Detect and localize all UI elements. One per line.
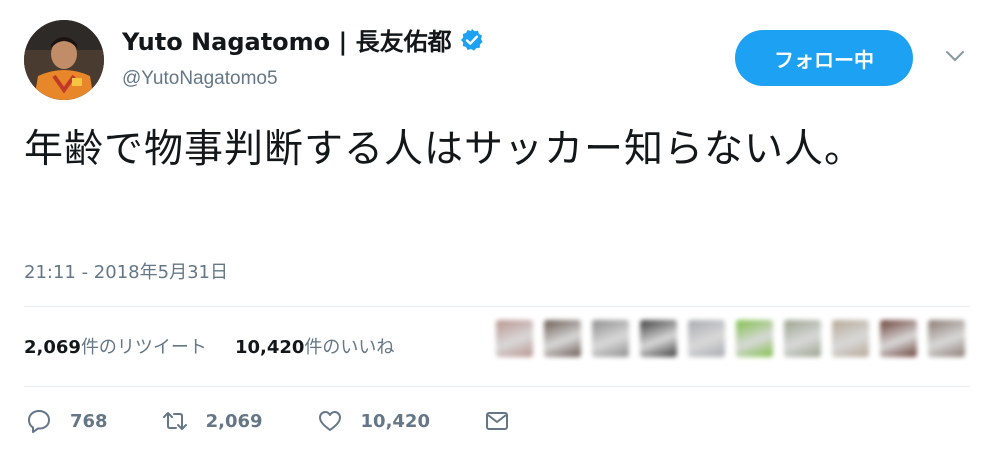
verified-badge-icon bbox=[460, 28, 483, 51]
liker-avatar[interactable] bbox=[784, 320, 821, 357]
liker-avatar[interactable] bbox=[928, 320, 965, 357]
divider bbox=[24, 386, 970, 387]
like-count: 10,420 bbox=[234, 337, 305, 358]
retweet-count: 2,069 bbox=[24, 337, 81, 358]
liker-avatar[interactable] bbox=[688, 320, 725, 357]
liker-avatar[interactable] bbox=[640, 320, 677, 357]
like-label: 件のいいね bbox=[304, 337, 395, 358]
liker-avatar[interactable] bbox=[832, 320, 869, 357]
liker-avatar[interactable] bbox=[496, 320, 533, 357]
timestamp[interactable]: 21:11 - 2018年5月31日 bbox=[24, 258, 228, 284]
heart-icon bbox=[318, 411, 341, 431]
direct-message-button[interactable] bbox=[484, 408, 510, 434]
divider bbox=[24, 306, 970, 307]
retweet-stat[interactable]: 2,069件のリツイート bbox=[24, 333, 207, 359]
tweet-text: 年齢で物事判断する人はサッカー知らない人。 bbox=[24, 127, 865, 172]
like-action-count: 10,420 bbox=[360, 410, 430, 432]
like-stat[interactable]: 10,420件のいいね bbox=[235, 333, 394, 359]
liker-avatar[interactable] bbox=[880, 320, 917, 357]
tweet-actions: 768 2,069 10,420 bbox=[26, 408, 564, 434]
retweet-label: 件のリツイート bbox=[80, 337, 207, 358]
display-name-text[interactable]: Yuto Nagatomo | 長友佑都 bbox=[122, 22, 452, 57]
display-name[interactable]: Yuto Nagatomo | 長友佑都 bbox=[122, 22, 484, 57]
retweet-button[interactable]: 2,069 bbox=[162, 408, 263, 434]
chevron-down-icon[interactable] bbox=[944, 48, 966, 64]
reply-button[interactable]: 768 bbox=[26, 408, 108, 434]
tweet-stats: 2,069件のリツイート 10,420件のいいね bbox=[24, 333, 394, 359]
liker-avatar[interactable] bbox=[544, 320, 581, 357]
following-button[interactable]: フォロー中 bbox=[735, 30, 913, 86]
like-button[interactable]: 10,420 bbox=[317, 408, 430, 434]
reply-icon bbox=[28, 410, 50, 433]
liker-avatar[interactable] bbox=[736, 320, 773, 357]
handle[interactable]: @YutoNagatomo5 bbox=[122, 68, 278, 90]
envelope-icon bbox=[485, 412, 508, 430]
liker-avatars bbox=[496, 320, 965, 357]
avatar[interactable] bbox=[24, 20, 104, 100]
liker-avatar[interactable] bbox=[592, 320, 629, 357]
reply-count: 768 bbox=[70, 410, 108, 432]
retweet-action-count: 2,069 bbox=[205, 410, 263, 432]
retweet-icon bbox=[162, 412, 187, 430]
